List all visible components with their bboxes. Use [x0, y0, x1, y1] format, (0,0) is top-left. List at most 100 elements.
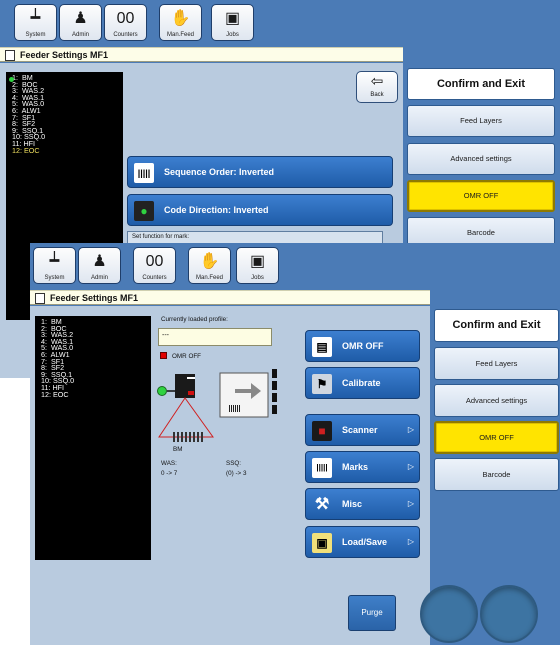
man-feed-button[interactable]: ✋ Man.Feed: [159, 4, 202, 41]
bm-label: BM: [173, 446, 183, 453]
marks-button[interactable]: ||||| Marks ▷: [305, 451, 420, 483]
admin-button[interactable]: ♟ Admin: [78, 247, 121, 284]
front-mark-list: 1: BM 2: BOC 3: WAS.2 4: WAS.1 5: WAS.0 …: [35, 316, 151, 560]
scanner-icon: ■: [312, 421, 332, 441]
system-label: System: [44, 275, 65, 281]
confirm-exit-button[interactable]: Confirm and Exit: [407, 68, 555, 100]
man-feed-button[interactable]: ✋ Man.Feed: [188, 247, 231, 284]
chevron-right-icon: ▷: [407, 499, 414, 508]
counters-button[interactable]: 00 Counters: [133, 247, 176, 284]
active-mark-dot: [9, 77, 14, 82]
back-title-bar: Feeder Settings MF1: [0, 47, 403, 62]
scanner-button[interactable]: ■ Scanner ▷: [305, 414, 420, 446]
marks-label: Marks: [342, 462, 369, 472]
barcode-icon: |||||: [134, 163, 154, 183]
roller-stack-icon: [272, 369, 277, 414]
profile-value: ---: [162, 332, 169, 339]
ssq-value: (0) -> 3: [226, 470, 247, 477]
set-function-label: Set function for mark:: [132, 234, 190, 240]
marks-icon: |||||: [312, 458, 332, 478]
back-button[interactable]: ⇦ Back: [356, 71, 398, 103]
system-icon: ┷: [30, 10, 41, 27]
page-icon: ▤: [312, 337, 332, 357]
was-label: WAS:: [161, 460, 177, 467]
omr-off-button[interactable]: OMR OFF: [407, 180, 555, 212]
counters-icon: 00: [116, 10, 135, 27]
code-direction-button[interactable]: ● Code Direction: Inverted: [127, 194, 393, 226]
barcode-button[interactable]: Barcode: [434, 458, 559, 491]
scanner-red-label: [188, 391, 194, 395]
feed-layers-button[interactable]: Feed Layers: [407, 105, 555, 137]
green-status-dot: [157, 386, 167, 396]
front-right-column: Confirm and Exit Feed Layers Advanced se…: [430, 306, 560, 582]
admin-icon: ♟: [92, 253, 107, 270]
round-button-left[interactable]: [420, 585, 478, 643]
omr-off-action-button[interactable]: ▤ OMR OFF: [305, 330, 420, 362]
document-sheet-icon: [219, 372, 269, 418]
front-page-title: Feeder Settings MF1: [50, 293, 139, 303]
back-arrow-icon: ⇦: [370, 73, 384, 90]
jobs-icon: ▣: [224, 10, 241, 27]
document-icon: [5, 50, 15, 61]
counters-icon: 00: [145, 253, 164, 270]
purge-button[interactable]: Purge: [348, 595, 396, 631]
code-direction-label: Code Direction: Inverted: [164, 205, 269, 215]
system-button[interactable]: ┷ System: [14, 4, 57, 41]
misc-label: Misc: [342, 499, 363, 509]
tools-icon: ⚒: [314, 496, 330, 513]
omr-status-text: OMR OFF: [172, 353, 202, 360]
profile-label: Currently loaded profile:: [161, 316, 228, 323]
chevron-right-icon: ▷: [407, 425, 414, 434]
omr-off-button[interactable]: OMR OFF: [434, 421, 559, 454]
mark-item: 12: EOC: [41, 389, 69, 399]
mark-item-selected[interactable]: 12: EOC: [12, 147, 123, 155]
admin-button[interactable]: ♟ Admin: [59, 4, 102, 41]
calibrate-label: Calibrate: [342, 378, 381, 388]
jobs-button[interactable]: ▣ Jobs: [211, 4, 254, 41]
profile-field: ---: [158, 328, 272, 346]
admin-label: Admin: [71, 32, 89, 38]
front-title-bar: Feeder Settings MF1: [30, 290, 430, 305]
back-toolbar: ┷ System ♟ Admin 00 Counters ✋ Man.Feed ▣ Job…: [0, 0, 560, 47]
scanner-light: [187, 377, 195, 379]
document-icon: [35, 293, 45, 304]
system-icon: ┷: [49, 253, 60, 270]
load-save-label: Load/Save: [342, 537, 388, 547]
omr-status-indicator: [160, 352, 167, 359]
advanced-settings-button[interactable]: Advanced settings: [434, 384, 559, 417]
hand-icon: ✋: [199, 253, 220, 270]
chevron-right-icon: ▷: [407, 537, 414, 546]
omr-off-action-label: OMR OFF: [342, 341, 384, 351]
admin-icon: ♟: [73, 10, 88, 27]
was-value: 0 -> 7: [161, 470, 178, 477]
confirm-exit-button[interactable]: Confirm and Exit: [434, 309, 559, 342]
system-button[interactable]: ┷ System: [33, 247, 76, 284]
jobs-label: Jobs: [251, 275, 264, 281]
jobs-icon: ▣: [249, 253, 266, 270]
feed-layers-button[interactable]: Feed Layers: [434, 347, 559, 380]
sequence-order-button[interactable]: ||||| Sequence Order: Inverted: [127, 156, 393, 188]
misc-button[interactable]: ⚒ Misc ▷: [305, 488, 420, 520]
sequence-order-label: Sequence Order: Inverted: [164, 167, 275, 177]
jobs-button[interactable]: ▣ Jobs: [236, 247, 279, 284]
front-toolbar: ┷ System ♟ Admin 00 Counters ✋ Man.Feed ▣ Job…: [30, 243, 560, 290]
scanner-label: Scanner: [342, 425, 378, 435]
floppy-disk-icon: ▣: [312, 533, 332, 553]
counters-button[interactable]: 00 Counters: [104, 4, 147, 41]
mark-bars-icon: [173, 432, 203, 442]
back-button-label: Back: [370, 92, 384, 98]
admin-label: Admin: [90, 275, 108, 281]
advanced-settings-button[interactable]: Advanced settings: [407, 143, 555, 175]
calibrate-button[interactable]: ⚑ Calibrate: [305, 367, 420, 399]
system-label: System: [25, 32, 46, 38]
ssq-label: SSQ:: [226, 460, 242, 467]
hand-icon: ✋: [170, 10, 191, 27]
man-feed-label: Man.Feed: [195, 275, 223, 281]
load-save-button[interactable]: ▣ Load/Save ▷: [305, 526, 420, 558]
back-page-title: Feeder Settings MF1: [20, 50, 109, 60]
calibrate-icon: ⚑: [312, 374, 332, 394]
chevron-right-icon: ▷: [407, 462, 414, 471]
traffic-light-icon: ●: [134, 201, 154, 221]
counters-label: Counters: [113, 32, 138, 38]
round-button-right[interactable]: [480, 585, 538, 643]
